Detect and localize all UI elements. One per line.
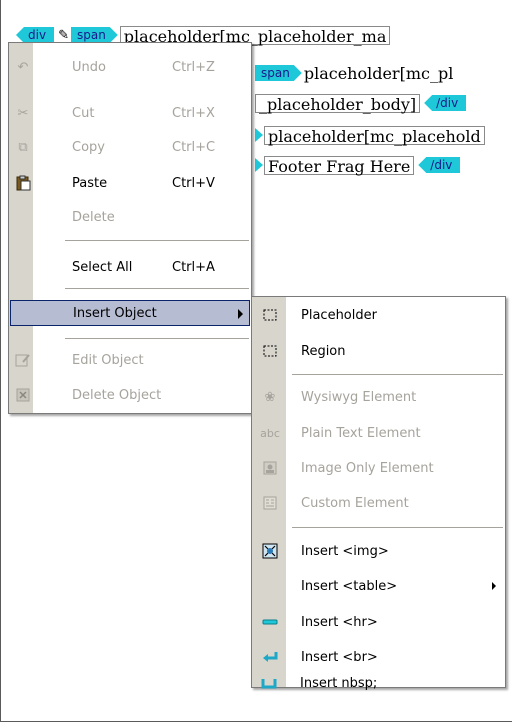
horizontal-rule-icon [261, 613, 279, 631]
menu-item-copy[interactable]: ⧉ Copy Ctrl+C [10, 135, 250, 159]
doc-line-5[interactable]: Footer Frag Here /div [255, 154, 513, 176]
placeholder-text[interactable]: placeholder[mc_pl [304, 64, 453, 83]
submenu-item-image-only[interactable]: Image Only Element [253, 456, 504, 480]
menu-separator [65, 240, 249, 241]
menu-item-delete-object[interactable]: Delete Object [10, 383, 250, 407]
footer-text[interactable]: Footer Frag Here [264, 155, 415, 176]
submenu-item-placeholder[interactable]: Placeholder [253, 303, 504, 327]
menu-item-edit-object[interactable]: Edit Object [10, 348, 250, 372]
custom-element-icon [261, 494, 279, 512]
pencil-icon: ✎ [58, 27, 69, 43]
menu-separator [292, 527, 503, 528]
nbsp-icon [260, 674, 278, 692]
delete-object-icon [14, 386, 32, 404]
span-tag[interactable]: span [71, 27, 118, 43]
undo-icon: ↶ [17, 59, 29, 75]
menu-item-insert-object[interactable]: Insert Object [10, 300, 250, 326]
submenu-item-plain-text[interactable]: abc Plain Text Element [253, 421, 504, 445]
copy-icon: ⧉ [18, 139, 28, 155]
div-tag[interactable]: div [16, 27, 55, 43]
menu-item-select-all[interactable]: Select All Ctrl+A [10, 255, 250, 279]
line-break-icon [261, 648, 279, 666]
doc-line-2[interactable]: span placeholder[mc_pl [255, 62, 513, 84]
close-div-tag[interactable]: /div [418, 157, 461, 173]
wysiwyg-icon: ❀ [264, 389, 276, 405]
menu-item-paste[interactable]: Paste Ctrl+V [10, 171, 250, 195]
menu-separator [65, 338, 249, 339]
menu-separator [292, 374, 503, 375]
region-icon [261, 342, 279, 360]
submenu-item-insert-img[interactable]: Insert <img> [253, 539, 504, 563]
submenu-item-insert-table[interactable]: Insert <table> [253, 574, 504, 598]
span-tag[interactable]: span [255, 65, 302, 81]
menu-item-cut[interactable]: ✂ Cut Ctrl+X [10, 101, 250, 125]
doc-line-4[interactable]: placeholder[mc_placehold [255, 124, 513, 146]
clipboard-icon [14, 174, 32, 192]
menu-separator [65, 288, 249, 289]
submenu-item-custom[interactable]: Custom Element [253, 491, 504, 515]
submenu-item-insert-hr[interactable]: Insert <hr> [253, 610, 504, 634]
menu-item-delete[interactable]: Delete [10, 205, 250, 229]
edit-object-icon [14, 351, 32, 369]
chevron-right-icon [238, 309, 243, 319]
tag-arrow-icon [255, 128, 263, 142]
tag-arrow-icon [255, 158, 263, 172]
placeholder-icon [261, 306, 279, 324]
placeholder-text[interactable]: placeholder[mc_placehold [264, 125, 485, 146]
submenu-item-insert-br[interactable]: Insert <br> [253, 645, 504, 669]
chevron-right-icon [492, 582, 496, 590]
submenu-item-wysiwyg[interactable]: ❀ Wysiwyg Element [253, 385, 504, 409]
insert-image-icon [261, 542, 279, 560]
scissors-icon: ✂ [17, 105, 29, 121]
doc-line-3[interactable]: _placeholder_body] /div [255, 92, 513, 114]
abc-icon: abc [260, 426, 280, 440]
insert-object-submenu: Placeholder Region ❀ Wysiwyg Element abc… [251, 296, 506, 688]
submenu-item-insert-nbsp[interactable]: Insert nbsp; [252, 671, 505, 695]
image-icon [261, 459, 279, 477]
close-div-tag[interactable]: /div [424, 95, 467, 111]
submenu-item-region[interactable]: Region [253, 339, 504, 363]
menu-item-undo[interactable]: ↶ Undo Ctrl+Z [10, 55, 250, 79]
placeholder-text[interactable]: _placeholder_body] [255, 93, 421, 114]
context-menu: ↶ Undo Ctrl+Z ✂ Cut Ctrl+X ⧉ Copy Ctrl+C… [8, 42, 252, 414]
